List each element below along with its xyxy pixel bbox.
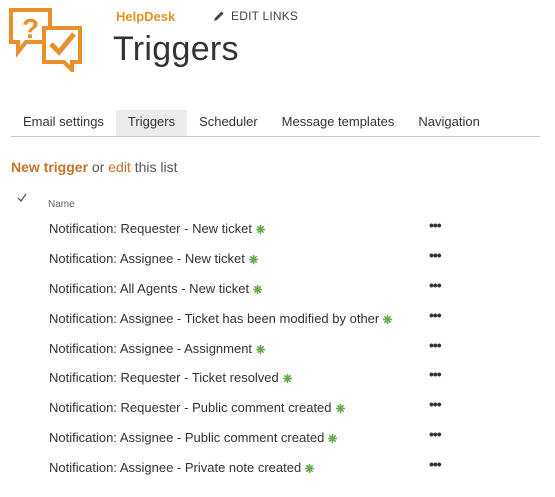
- edit-list-link[interactable]: edit: [108, 159, 131, 175]
- new-item-icon: [328, 431, 338, 444]
- trigger-title: Notification: Assignee - New ticket: [49, 251, 258, 266]
- trigger-title-link[interactable]: Notification: Assignee - Private note cr…: [49, 460, 301, 475]
- new-item-icon: [256, 222, 266, 234]
- more-options-button[interactable]: •••: [429, 396, 442, 412]
- list-item[interactable]: Notification: All Agents - New ticket •••: [11, 274, 541, 304]
- tab-message-templates[interactable]: Message templates: [270, 110, 407, 136]
- list-item[interactable]: Notification: Assignee - New ticket •••: [11, 244, 541, 274]
- tab-email-settings[interactable]: Email settings: [11, 110, 116, 136]
- list-actions: New trigger or edit this list: [11, 159, 178, 175]
- new-item-icon: [305, 461, 315, 474]
- settings-tabs: Email settings Triggers Scheduler Messag…: [11, 110, 540, 137]
- list-item[interactable]: Notification: Requester - Ticket resolve…: [11, 363, 541, 393]
- helpdesk-logo: ?: [9, 8, 82, 72]
- page-title: Triggers: [113, 30, 239, 68]
- trigger-title-link[interactable]: Notification: Assignee - Ticket has been…: [49, 311, 379, 326]
- trigger-title-link[interactable]: Notification: Requester - Ticket resolve…: [49, 370, 279, 385]
- trigger-title-link[interactable]: Notification: Assignee - Public comment …: [49, 430, 324, 445]
- more-options-button[interactable]: •••: [429, 366, 442, 382]
- svg-text:?: ?: [22, 13, 39, 44]
- more-options-button[interactable]: •••: [429, 247, 442, 263]
- more-options-button[interactable]: •••: [429, 337, 442, 353]
- select-all-check-icon[interactable]: [17, 193, 27, 203]
- or-text: or: [91, 159, 105, 175]
- list-item[interactable]: Notification: Assignee - Assignment •••: [11, 334, 541, 364]
- trigger-title-link[interactable]: Notification: Assignee - Assignment: [49, 341, 252, 356]
- more-options-button[interactable]: •••: [429, 426, 442, 442]
- new-item-icon: [253, 282, 263, 294]
- trigger-title: Notification: Requester - Ticket resolve…: [49, 370, 292, 385]
- trigger-title-link[interactable]: Notification: All Agents - New ticket: [49, 281, 249, 296]
- trigger-title: Notification: All Agents - New ticket: [49, 281, 263, 296]
- trigger-title-link[interactable]: Notification: Assignee - New ticket: [49, 251, 245, 266]
- more-options-button[interactable]: •••: [429, 277, 442, 293]
- this-list-text: this list: [134, 159, 178, 175]
- trigger-title: Notification: Assignee - Ticket has been…: [49, 311, 393, 326]
- list-item[interactable]: Notification: Assignee - Private note cr…: [11, 453, 541, 483]
- edit-links-label: EDIT LINKS: [231, 9, 299, 23]
- list-item[interactable]: Notification: Assignee - Ticket has been…: [11, 304, 541, 334]
- column-header-name[interactable]: Name: [48, 199, 75, 210]
- list-item[interactable]: Notification: Assignee - Public comment …: [11, 423, 541, 453]
- new-item-icon: [383, 312, 393, 324]
- pencil-icon: [214, 11, 224, 21]
- new-item-icon: [248, 252, 258, 264]
- list-item[interactable]: Notification: Requester - New ticket •••: [11, 214, 541, 244]
- new-item-icon: [335, 401, 345, 414]
- tab-triggers[interactable]: Triggers: [115, 110, 188, 136]
- new-item-icon: [256, 342, 266, 354]
- site-title[interactable]: HelpDesk: [116, 9, 175, 24]
- more-options-button[interactable]: •••: [429, 456, 442, 472]
- tab-scheduler[interactable]: Scheduler: [187, 110, 270, 136]
- trigger-title-link[interactable]: Notification: Requester - Public comment…: [49, 400, 332, 415]
- more-options-button[interactable]: •••: [429, 217, 442, 233]
- edit-links-button[interactable]: EDIT LINKS: [213, 9, 298, 23]
- new-trigger-link[interactable]: New trigger: [11, 159, 88, 175]
- new-item-icon: [282, 371, 292, 384]
- trigger-title: Notification: Assignee - Assignment: [49, 341, 266, 356]
- trigger-title: Notification: Requester - Public comment…: [49, 400, 345, 415]
- trigger-title-link[interactable]: Notification: Requester - New ticket: [49, 221, 252, 236]
- tab-navigation[interactable]: Navigation: [406, 110, 491, 136]
- more-options-button[interactable]: •••: [429, 307, 442, 323]
- triggers-list: Name Notification: Requester - New ticke…: [11, 192, 541, 483]
- trigger-title: Notification: Assignee - Public comment …: [49, 430, 338, 445]
- trigger-title: Notification: Assignee - Private note cr…: [49, 460, 315, 475]
- trigger-title: Notification: Requester - New ticket: [49, 221, 266, 236]
- list-header: Name: [11, 192, 541, 214]
- list-item[interactable]: Notification: Requester - Public comment…: [11, 393, 541, 423]
